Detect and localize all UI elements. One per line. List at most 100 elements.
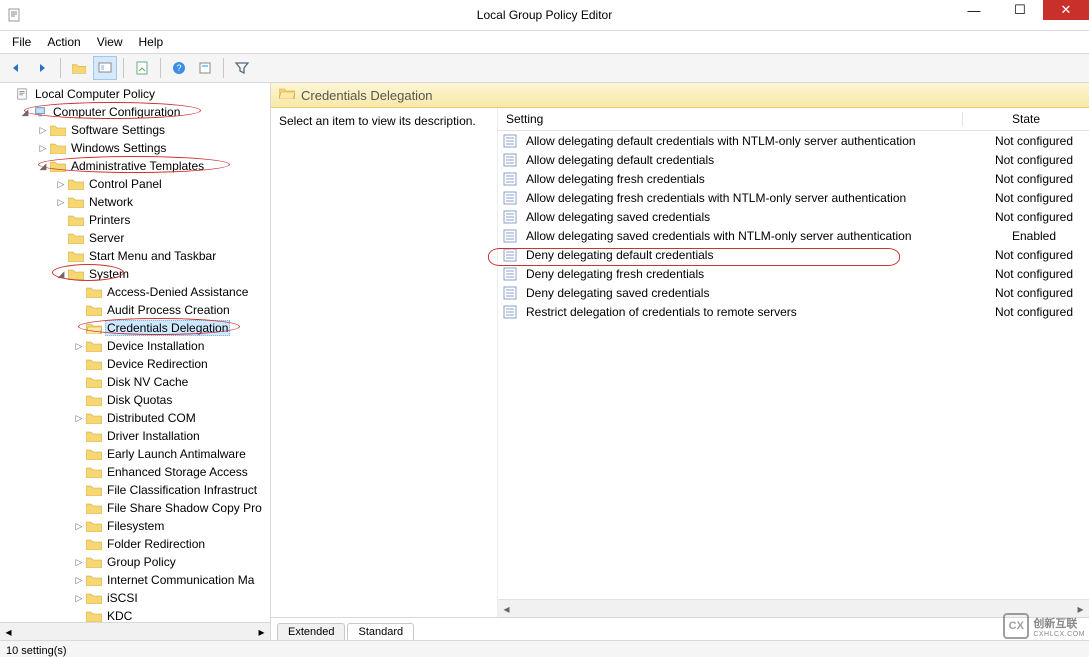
tree-software-settings[interactable]: ▷Software Settings	[0, 121, 270, 139]
setting-icon	[502, 171, 518, 187]
close-button[interactable]: ✕	[1043, 0, 1089, 20]
filter-button[interactable]	[230, 56, 254, 80]
list-hscrollbar[interactable]: ◂▸	[498, 599, 1089, 617]
tree-label: Folder Redirection	[105, 537, 207, 551]
menu-action[interactable]: Action	[39, 33, 88, 51]
tree-computer-configuration[interactable]: ◢Computer Configuration	[0, 103, 270, 121]
menu-view[interactable]: View	[89, 33, 131, 51]
tree-system-device-installation[interactable]: ▷ Device Installation	[0, 337, 270, 355]
setting-name: Deny delegating fresh credentials	[522, 267, 979, 281]
setting-row[interactable]: Allow delegating default credentialsNot …	[498, 150, 1089, 169]
tree-label: Network	[87, 195, 135, 209]
tree-root[interactable]: Local Computer Policy	[0, 85, 270, 103]
tree-system-file-classification-infrastruct[interactable]: File Classification Infrastruct	[0, 481, 270, 499]
tree-system-folder-redirection[interactable]: Folder Redirection	[0, 535, 270, 553]
setting-row[interactable]: Allow delegating saved credentialsNot co…	[498, 207, 1089, 226]
expander-icon[interactable]: ◢	[36, 159, 50, 173]
menu-help[interactable]: Help	[131, 33, 172, 51]
setting-row[interactable]: Deny delegating fresh credentialsNot con…	[498, 264, 1089, 283]
expander-icon[interactable]: ▷	[72, 519, 86, 533]
export-button[interactable]	[130, 56, 154, 80]
expander-icon[interactable]: ▷	[54, 195, 68, 209]
tree-control-panel[interactable]: ▷Control Panel	[0, 175, 270, 193]
expander-icon[interactable]: ▷	[36, 123, 50, 137]
folder-icon	[86, 446, 102, 462]
setting-row[interactable]: Allow delegating fresh credentials with …	[498, 188, 1089, 207]
expander-icon[interactable]: ▷	[72, 573, 86, 587]
tree-system-disk-quotas[interactable]: Disk Quotas	[0, 391, 270, 409]
tree-system-credentials-delegation[interactable]: Credentials Delegation	[0, 319, 270, 337]
separator	[60, 58, 61, 78]
tree-system-audit-process-creation[interactable]: Audit Process Creation	[0, 301, 270, 319]
tab-standard[interactable]: Standard	[347, 623, 414, 640]
tree-system-iscsi[interactable]: ▷ iSCSI	[0, 589, 270, 607]
properties-button[interactable]	[193, 56, 217, 80]
tree-label: Printers	[87, 213, 132, 227]
expander-icon[interactable]: ▷	[36, 141, 50, 155]
tree-system-group-policy[interactable]: ▷Group Policy	[0, 553, 270, 571]
tree-label: iSCSI	[105, 591, 140, 605]
tree-system-access-denied-assistance[interactable]: Access-Denied Assistance	[0, 283, 270, 301]
expander-icon[interactable]: ▷	[54, 177, 68, 191]
tree-system[interactable]: ◢System	[0, 265, 270, 283]
tree-system-enhanced-storage-access[interactable]: Enhanced Storage Access	[0, 463, 270, 481]
tree-network[interactable]: ▷ Network	[0, 193, 270, 211]
tree-system-internet-communication-ma[interactable]: ▷Internet Communication Ma	[0, 571, 270, 589]
tree-system-disk-nv-cache[interactable]: Disk NV Cache	[0, 373, 270, 391]
expander-icon[interactable]: ▷	[72, 411, 86, 425]
setting-state: Not configured	[979, 210, 1089, 224]
setting-icon	[502, 304, 518, 320]
setting-row[interactable]: Deny delegating saved credentialsNot con…	[498, 283, 1089, 302]
folder-open-icon	[86, 320, 102, 336]
policy-icon	[14, 86, 30, 102]
tree-pane: Local Computer Policy◢Computer Configura…	[0, 83, 271, 640]
tree-server[interactable]: Server	[0, 229, 270, 247]
setting-row[interactable]: Deny delegating default credentialsNot c…	[498, 245, 1089, 264]
tree-windows-settings[interactable]: ▷Windows Settings	[0, 139, 270, 157]
setting-row[interactable]: Allow delegating fresh credentialsNot co…	[498, 169, 1089, 188]
tab-extended[interactable]: Extended	[277, 623, 345, 640]
folder-icon	[86, 428, 102, 444]
help-button[interactable]	[167, 56, 191, 80]
tree-system-filesystem[interactable]: ▷Filesystem	[0, 517, 270, 535]
expander-icon[interactable]: ▷	[72, 591, 86, 605]
expander-icon[interactable]: ▷	[72, 339, 86, 353]
tree-administrative-templates[interactable]: ◢Administrative Templates	[0, 157, 270, 175]
folder-icon	[86, 356, 102, 372]
show-tree-button[interactable]	[93, 56, 117, 80]
tree-system-file-share-shadow-copy-pro[interactable]: File Share Shadow Copy Pro	[0, 499, 270, 517]
setting-row[interactable]: Allow delegating saved credentials with …	[498, 226, 1089, 245]
tree-hscrollbar[interactable]: ◂▸	[0, 622, 270, 640]
tree-system-driver-installation[interactable]: Driver Installation	[0, 427, 270, 445]
tree-label: Device Installation	[105, 339, 206, 353]
setting-row[interactable]: Allow delegating default credentials wit…	[498, 131, 1089, 150]
expander-icon[interactable]: ◢	[54, 267, 68, 281]
description-prompt: Select an item to view its description.	[279, 114, 476, 128]
setting-name: Allow delegating default credentials	[522, 153, 979, 167]
menu-file[interactable]: File	[4, 33, 39, 51]
forward-button[interactable]	[30, 56, 54, 80]
tree-system-early-launch-antimalware[interactable]: Early Launch Antimalware	[0, 445, 270, 463]
tree-start-menu-taskbar[interactable]: Start Menu and Taskbar	[0, 247, 270, 265]
folder-icon	[86, 482, 102, 498]
expander-icon[interactable]: ◢	[18, 105, 32, 119]
tree-system-distributed-com[interactable]: ▷Distributed COM	[0, 409, 270, 427]
folder-icon	[86, 554, 102, 570]
maximize-button[interactable]: ☐	[997, 0, 1043, 20]
folder-icon	[68, 194, 84, 210]
setting-row[interactable]: Restrict delegation of credentials to re…	[498, 302, 1089, 321]
settings-list: Setting State Allow delegating default c…	[498, 108, 1089, 617]
folder-icon	[68, 212, 84, 228]
expander-icon[interactable]: ▷	[72, 555, 86, 569]
folder-icon	[68, 176, 84, 192]
tree-printers[interactable]: Printers	[0, 211, 270, 229]
folder-icon	[86, 464, 102, 480]
tree-system-device-redirection[interactable]: Device Redirection	[0, 355, 270, 373]
setting-icon	[502, 133, 518, 149]
minimize-button[interactable]: —	[951, 0, 997, 20]
column-setting[interactable]: Setting	[498, 112, 962, 126]
up-button[interactable]	[67, 56, 91, 80]
setting-name: Allow delegating saved credentials with …	[522, 229, 979, 243]
column-state[interactable]: State	[962, 112, 1089, 126]
back-button[interactable]	[4, 56, 28, 80]
